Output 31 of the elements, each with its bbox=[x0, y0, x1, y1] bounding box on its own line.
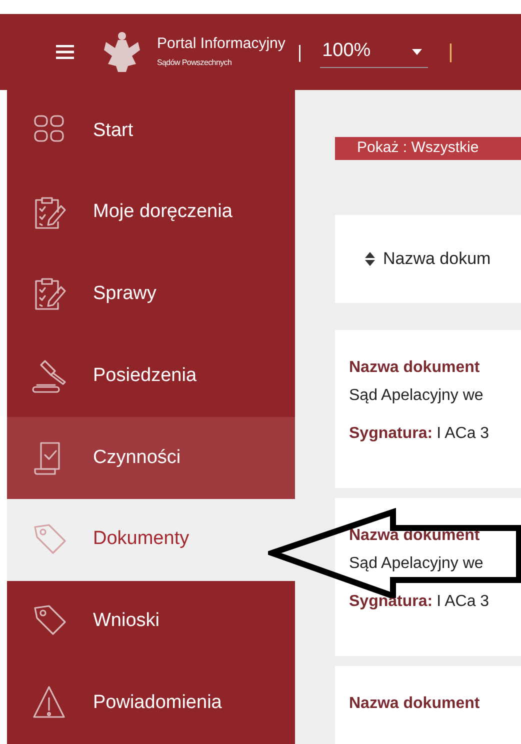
sort-icon[interactable] bbox=[365, 252, 375, 266]
sidebar-item[interactable]: Powiadomienia bbox=[7, 662, 295, 744]
sidebar-item[interactable]: Moje doręczenia bbox=[7, 172, 295, 254]
signature-label: Sygnatura: bbox=[349, 424, 433, 444]
portal-subtitle: Sądów Powszechnych bbox=[157, 57, 233, 70]
separator: | bbox=[448, 40, 454, 65]
sidebar-item[interactable]: Czynności bbox=[7, 417, 295, 499]
menu-icon[interactable] bbox=[56, 45, 74, 59]
document-title: Nazwa dokument bbox=[349, 526, 481, 546]
sidebar-item[interactable]: Sprawy bbox=[7, 254, 295, 336]
separator: | bbox=[297, 40, 302, 64]
signature-value: I ACa 3 bbox=[436, 424, 490, 444]
portal-title: Portal Informacyjny bbox=[157, 34, 286, 54]
document-card[interactable]: Nazwa dokument Sąd Apelacyjny we Sygnatura: I ACa 3 bbox=[335, 330, 521, 488]
sidebar-item[interactable]: Wnioski bbox=[7, 580, 295, 662]
signature-value: I ACa 3 bbox=[436, 592, 490, 612]
signature-label: Sygnatura: bbox=[349, 592, 433, 612]
sidebar-item[interactable]: Dokumenty bbox=[7, 498, 295, 580]
filter-button[interactable]: Pokaż : Wszystkie bbox=[335, 137, 521, 160]
document-card[interactable]: Nazwa dokument bbox=[335, 666, 521, 744]
column-label[interactable]: Nazwa dokum bbox=[383, 246, 491, 272]
document-title: Nazwa dokument bbox=[349, 694, 481, 714]
zoom-select[interactable]: 100% bbox=[320, 36, 428, 68]
document-title: Nazwa dokument bbox=[349, 358, 481, 378]
caret-down-icon bbox=[412, 48, 422, 54]
document-card[interactable]: Nazwa dokument Sąd Apelacyjny we Sygnatura: I ACa 3 bbox=[335, 498, 521, 656]
sidebar-item[interactable]: Start bbox=[7, 90, 295, 172]
court-name: Sąd Apelacyjny we bbox=[349, 386, 484, 406]
gavel-icon bbox=[31, 357, 69, 396]
court-name: Sąd Apelacyjny we bbox=[349, 554, 484, 574]
sidebar-item[interactable]: Posiedzenia bbox=[7, 335, 295, 417]
